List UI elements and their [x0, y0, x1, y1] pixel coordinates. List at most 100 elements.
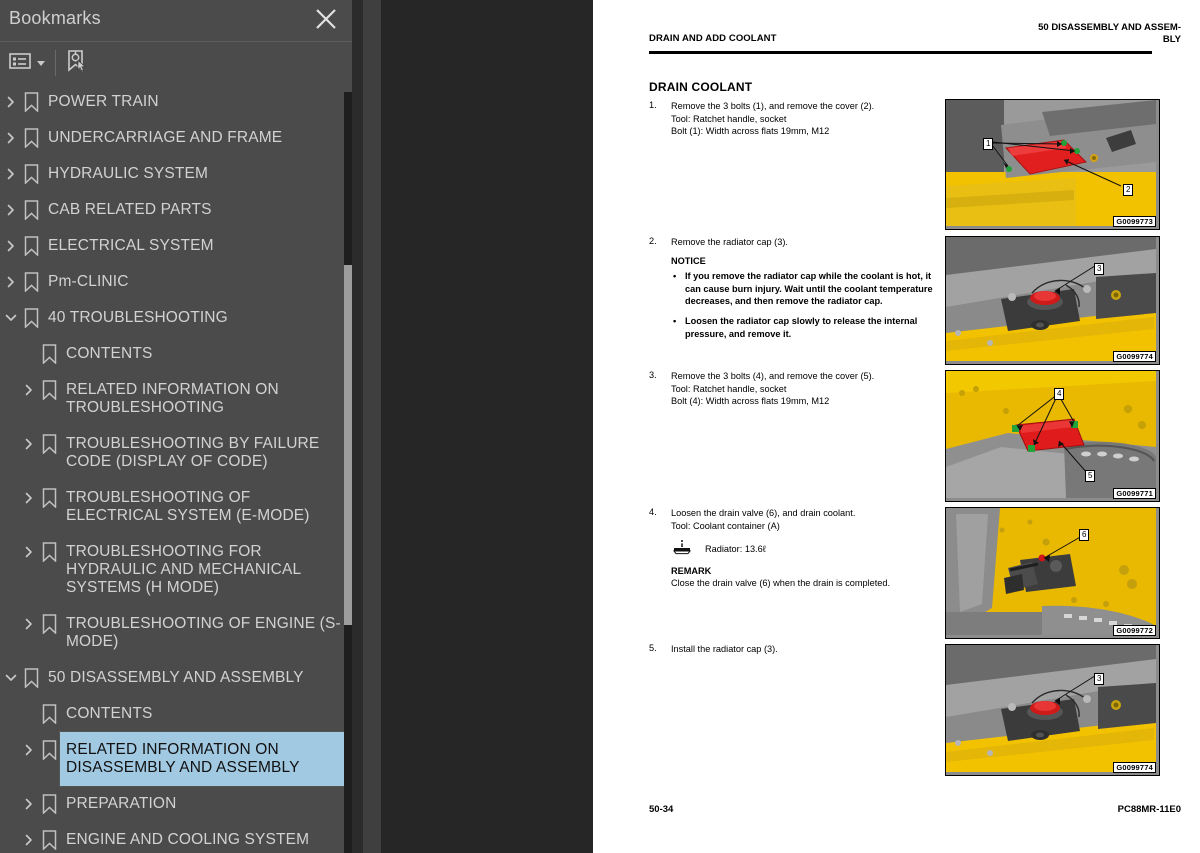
step-text: Remove the 3 bolts (4), and remove the c… — [671, 370, 949, 408]
figure-callout: 1 — [983, 138, 994, 150]
chevron-right-icon[interactable] — [20, 534, 38, 570]
chevron-right-icon[interactable] — [20, 822, 38, 853]
bookmark-item[interactable]: CONTENTS — [0, 696, 352, 732]
chevron-right-icon[interactable] — [20, 426, 38, 462]
bookmark-item[interactable]: Pm-CLINIC — [0, 264, 352, 300]
bookmark-icon — [38, 426, 60, 462]
bookmark-item-label: TROUBLESHOOTING OF ELECTRICAL SYSTEM (E-… — [66, 489, 310, 524]
bookmark-item[interactable]: CAB RELATED PARTS — [0, 192, 352, 228]
new-bookmark-button[interactable] — [64, 48, 90, 78]
bookmark-tree[interactable]: POWER TRAIN UNDERCARRIAGE AND FRAME HYDRAU… — [0, 84, 352, 853]
bookmark-icon — [20, 192, 42, 228]
figure-4: 6 G0099772 — [945, 507, 1160, 639]
step-4: 4. Loosen the drain valve (6), and drain… — [649, 507, 949, 590]
figure-callout: 5 — [1085, 470, 1096, 482]
remark-text: Close the drain valve (6) when the drain… — [671, 578, 891, 589]
bookmark-item-label: ENGINE AND COOLING SYSTEM — [66, 831, 310, 848]
section-title: DRAIN COOLANT — [649, 80, 753, 94]
toolbar-divider — [55, 50, 56, 76]
bookmarks-panel-header: Bookmarks — [0, 0, 352, 42]
bookmark-item[interactable]: PREPARATION — [0, 786, 352, 822]
bookmark-icon — [38, 534, 60, 570]
bookmark-item-label: RELATED INFORMATION ON DISASSEMBLY AND A… — [59, 731, 352, 787]
bookmark-item-label: 50 DISASSEMBLY AND ASSEMBLY — [48, 669, 304, 686]
bookmark-item-label: CONTENTS — [66, 705, 153, 722]
header-rule — [649, 51, 1152, 54]
bookmark-item[interactable]: 40 TROUBLESHOOTING — [0, 300, 352, 336]
figure-code: G0099774 — [1113, 762, 1156, 773]
bookmark-item[interactable]: RELATED INFORMATION ON DISASSEMBLY AND A… — [0, 731, 352, 787]
step-1: 1. Remove the 3 bolts (1), and remove th… — [649, 100, 949, 138]
figure-code: G0099772 — [1113, 625, 1156, 636]
figure-callout: 6 — [1079, 529, 1090, 541]
chevron-right-icon[interactable] — [2, 156, 20, 192]
step-line: Bolt (4): Width across flats 19mm, M12 — [671, 396, 830, 407]
step-5: 5. Install the radiator cap (3). — [649, 643, 949, 656]
bookmark-icon — [20, 300, 42, 336]
bookmark-icon — [20, 660, 42, 696]
chevron-down-icon[interactable] — [2, 660, 20, 696]
figure-2-graphic — [946, 237, 1156, 361]
document-viewport[interactable]: DRAIN AND ADD COOLANT 50 DISASSEMBLY AND… — [381, 0, 1200, 853]
chevron-right-icon[interactable] — [20, 372, 38, 408]
chevron-right-icon[interactable] — [20, 606, 38, 642]
bookmark-item-label: UNDERCARRIAGE AND FRAME — [48, 129, 283, 146]
chevron-down-icon[interactable] — [2, 300, 20, 336]
bookmark-item-label: RELATED INFORMATION ON TROUBLESHOOTING — [66, 381, 279, 416]
figure-code: G0099773 — [1113, 216, 1156, 227]
bookmark-item[interactable]: 50 DISASSEMBLY AND ASSEMBLY — [0, 660, 352, 696]
bookmark-item-label: POWER TRAIN — [48, 93, 159, 110]
bookmarks-toolbar — [0, 42, 352, 121]
app-window: Bookmarks POWER TRAIN UNDERCARRIAGE AND … — [0, 0, 1200, 853]
bookmark-item[interactable]: POWER TRAIN — [0, 84, 352, 120]
step-line: Loosen the drain valve (6), and drain co… — [671, 508, 856, 518]
step-text: Remove the radiator cap (3). NOTICE If y… — [671, 236, 949, 340]
chevron-down-icon — [37, 60, 45, 66]
document-model-code: PC88MR-11E0 — [1117, 804, 1181, 815]
bookmark-item-label: HYDRAULIC SYSTEM — [48, 165, 209, 182]
bookmark-item[interactable]: TROUBLESHOOTING OF ELECTRICAL SYSTEM (E-… — [0, 480, 352, 534]
figure-4-graphic — [946, 508, 1156, 635]
chevron-right-icon[interactable] — [20, 732, 38, 768]
bookmark-item-label: CAB RELATED PARTS — [48, 201, 212, 218]
figure-3-graphic — [946, 371, 1156, 498]
bookmark-item-label: TROUBLESHOOTING OF ENGINE (S-MODE) — [66, 615, 341, 650]
chevron-right-icon[interactable] — [2, 192, 20, 228]
bookmark-item-label: TROUBLESHOOTING FOR HYDRAULIC AND MECHAN… — [66, 543, 301, 596]
bookmark-icon — [38, 336, 60, 372]
chevron-right-icon[interactable] — [2, 228, 20, 264]
panel-splitter[interactable] — [363, 0, 740, 853]
bookmark-item[interactable]: TROUBLESHOOTING FOR HYDRAULIC AND MECHAN… — [0, 534, 352, 606]
list-options-icon — [8, 51, 32, 76]
step-number: 3. — [649, 370, 657, 380]
notice-bullet: Loosen the radiator cap slowly to releas… — [671, 315, 949, 340]
bookmark-item[interactable]: TROUBLESHOOTING BY FAILURE CODE (DISPLAY… — [0, 426, 352, 480]
chevron-right-icon[interactable] — [2, 120, 20, 156]
chevron-right-icon[interactable] — [20, 480, 38, 516]
bookmark-item[interactable]: HYDRAULIC SYSTEM — [0, 156, 352, 192]
pdf-page: DRAIN AND ADD COOLANT 50 DISASSEMBLY AND… — [593, 0, 1200, 853]
bookmark-item[interactable]: ENGINE AND COOLING SYSTEM — [0, 822, 352, 853]
new-bookmark-icon — [64, 48, 90, 79]
bookmark-item[interactable]: RELATED INFORMATION ON TROUBLESHOOTING — [0, 372, 352, 426]
page-number: 50-34 — [649, 804, 674, 815]
chevron-right-icon[interactable] — [2, 264, 20, 300]
figure-callout: 3 — [1094, 263, 1105, 275]
capacity-line: Radiator: 13.6ℓ — [671, 539, 949, 559]
bookmark-item[interactable]: ELECTRICAL SYSTEM — [0, 228, 352, 264]
bookmark-item[interactable]: TROUBLESHOOTING OF ENGINE (S-MODE) — [0, 606, 352, 660]
close-icon[interactable] — [314, 7, 338, 31]
bookmarks-scrollbar-thumb[interactable] — [344, 265, 352, 625]
chevron-right-icon[interactable] — [2, 84, 20, 120]
figure-1: 1 2 G0099773 — [945, 99, 1160, 230]
bookmark-item-label: Pm-CLINIC — [48, 273, 129, 290]
chevron-right-icon[interactable] — [20, 786, 38, 822]
bookmark-icon — [20, 156, 42, 192]
step-line: Install the radiator cap (3). — [671, 644, 778, 654]
bookmark-options-button[interactable] — [8, 48, 45, 78]
bookmark-icon — [20, 120, 42, 156]
step-text: Remove the 3 bolts (1), and remove the c… — [671, 100, 949, 138]
bookmark-item[interactable]: CONTENTS — [0, 336, 352, 372]
bookmark-item[interactable]: UNDERCARRIAGE AND FRAME — [0, 120, 352, 156]
bookmarks-panel: Bookmarks POWER TRAIN UNDERCARRIAGE AND … — [0, 0, 352, 853]
